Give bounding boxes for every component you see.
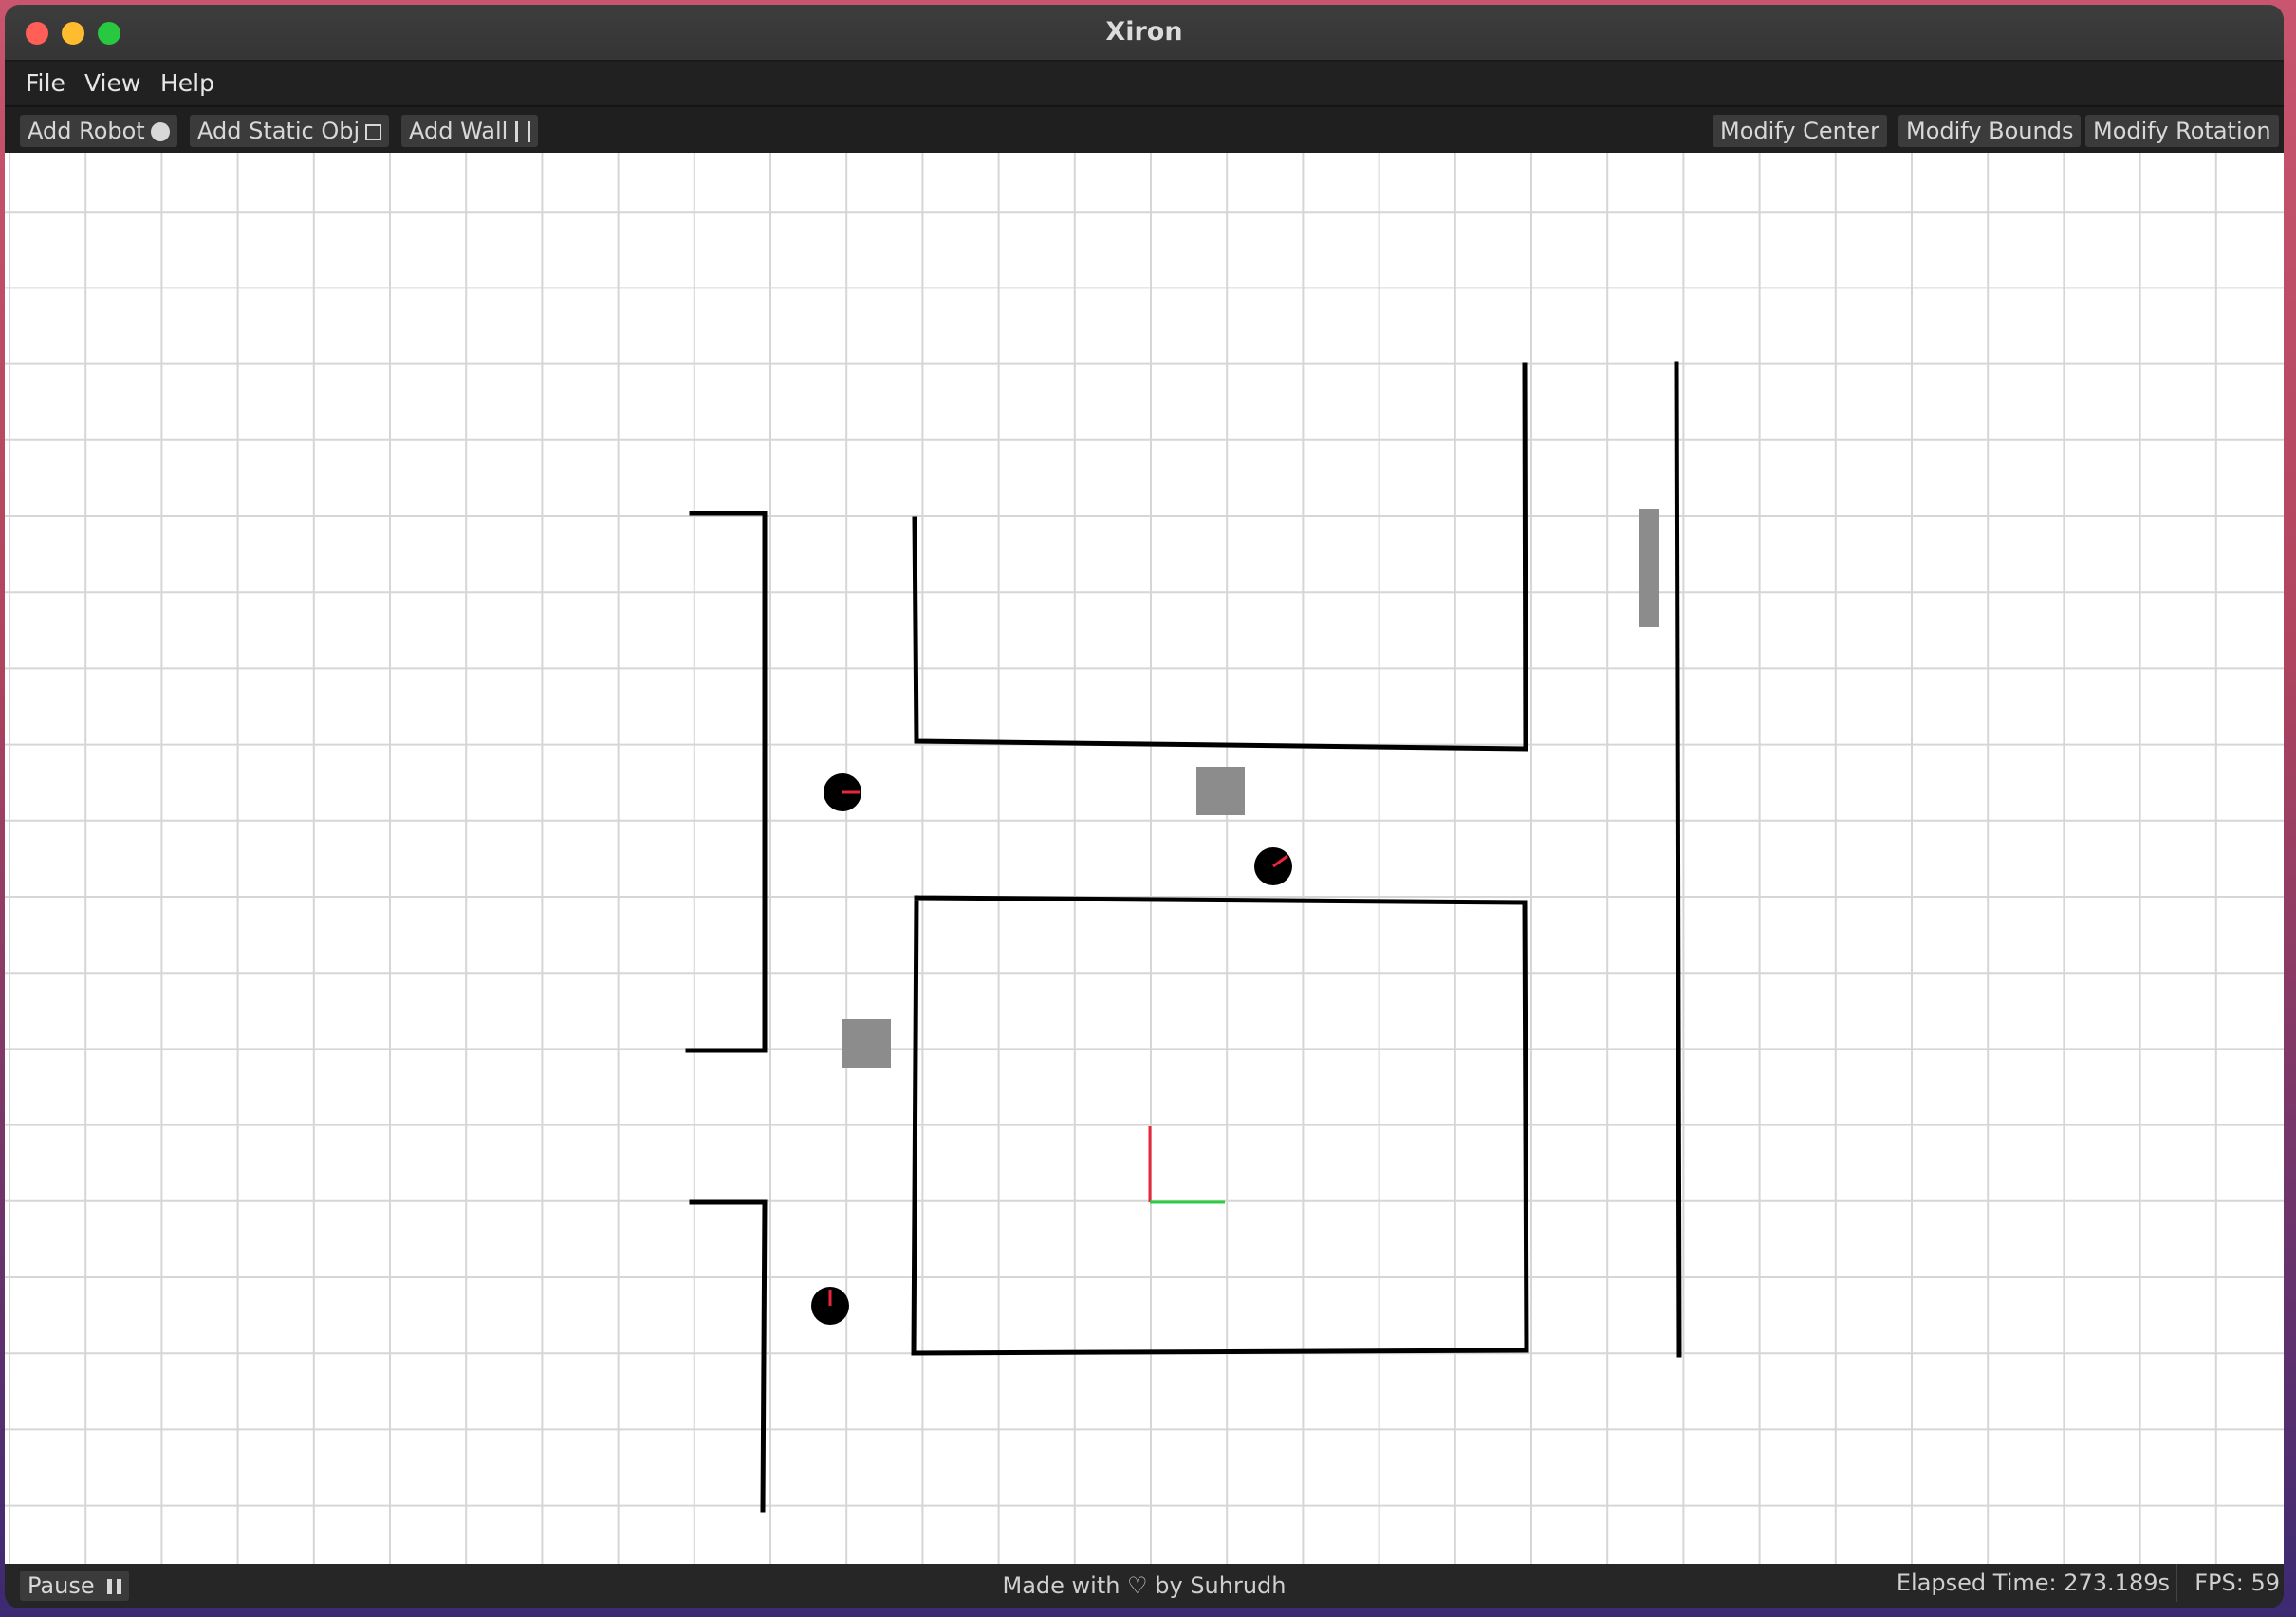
add-robot-label: Add Robot xyxy=(28,118,145,144)
status-bar: Pause Made with ♡ by Suhrudh Elapsed Tim… xyxy=(5,1564,2284,1608)
app-window: Xiron File View Help Add Robot Add Stati… xyxy=(5,5,2284,1608)
menu-bar: File View Help xyxy=(5,62,2284,107)
toolbar: Add Robot Add Static Obj Add Wall Modify… xyxy=(5,107,2284,153)
elapsed-time: Elapsed Time: 273.189s xyxy=(1896,1570,2170,1596)
menu-view[interactable]: View xyxy=(84,62,140,105)
modify-rotation-button[interactable]: Modify Rotation xyxy=(2085,115,2279,147)
menu-file[interactable]: File xyxy=(26,62,65,105)
wall-bars-icon xyxy=(515,121,531,142)
wall-right-vertical[interactable] xyxy=(1674,361,1682,1358)
add-static-obj-label: Add Static Obj xyxy=(197,118,361,144)
simulation-canvas[interactable] xyxy=(5,135,2284,1564)
window-title: Xiron xyxy=(1105,17,1183,46)
robot[interactable] xyxy=(824,773,861,811)
wall-left-bracket[interactable] xyxy=(685,511,768,1053)
circle-icon xyxy=(150,122,170,141)
wall-left-lower[interactable] xyxy=(689,1199,768,1513)
static-obj-center[interactable] xyxy=(1196,767,1245,815)
credit-prefix: Made with xyxy=(1002,1572,1120,1599)
credit-suffix: by Suhrudh xyxy=(1155,1572,1287,1599)
wall-upper-room[interactable] xyxy=(912,362,1528,752)
robot[interactable] xyxy=(811,1287,849,1325)
heart-icon: ♡ xyxy=(1127,1572,1148,1599)
add-robot-button[interactable]: Add Robot xyxy=(20,115,177,147)
robot[interactable] xyxy=(1254,847,1292,885)
add-wall-button[interactable]: Add Wall xyxy=(401,115,539,147)
add-wall-label: Add Wall xyxy=(409,118,509,144)
simulation-svg xyxy=(5,135,2284,1564)
fps-counter: FPS: 59 xyxy=(2176,1564,2280,1602)
static-obj-tall[interactable] xyxy=(1639,509,1659,627)
square-icon xyxy=(365,123,382,140)
menu-help[interactable]: Help xyxy=(160,62,214,105)
add-static-obj-button[interactable]: Add Static Obj xyxy=(190,115,390,147)
modify-bounds-button[interactable]: Modify Bounds xyxy=(1898,115,2082,147)
static-obj-left[interactable] xyxy=(842,1019,891,1068)
modify-center-button[interactable]: Modify Center xyxy=(1713,115,1887,147)
title-bar: Xiron xyxy=(5,5,2284,62)
